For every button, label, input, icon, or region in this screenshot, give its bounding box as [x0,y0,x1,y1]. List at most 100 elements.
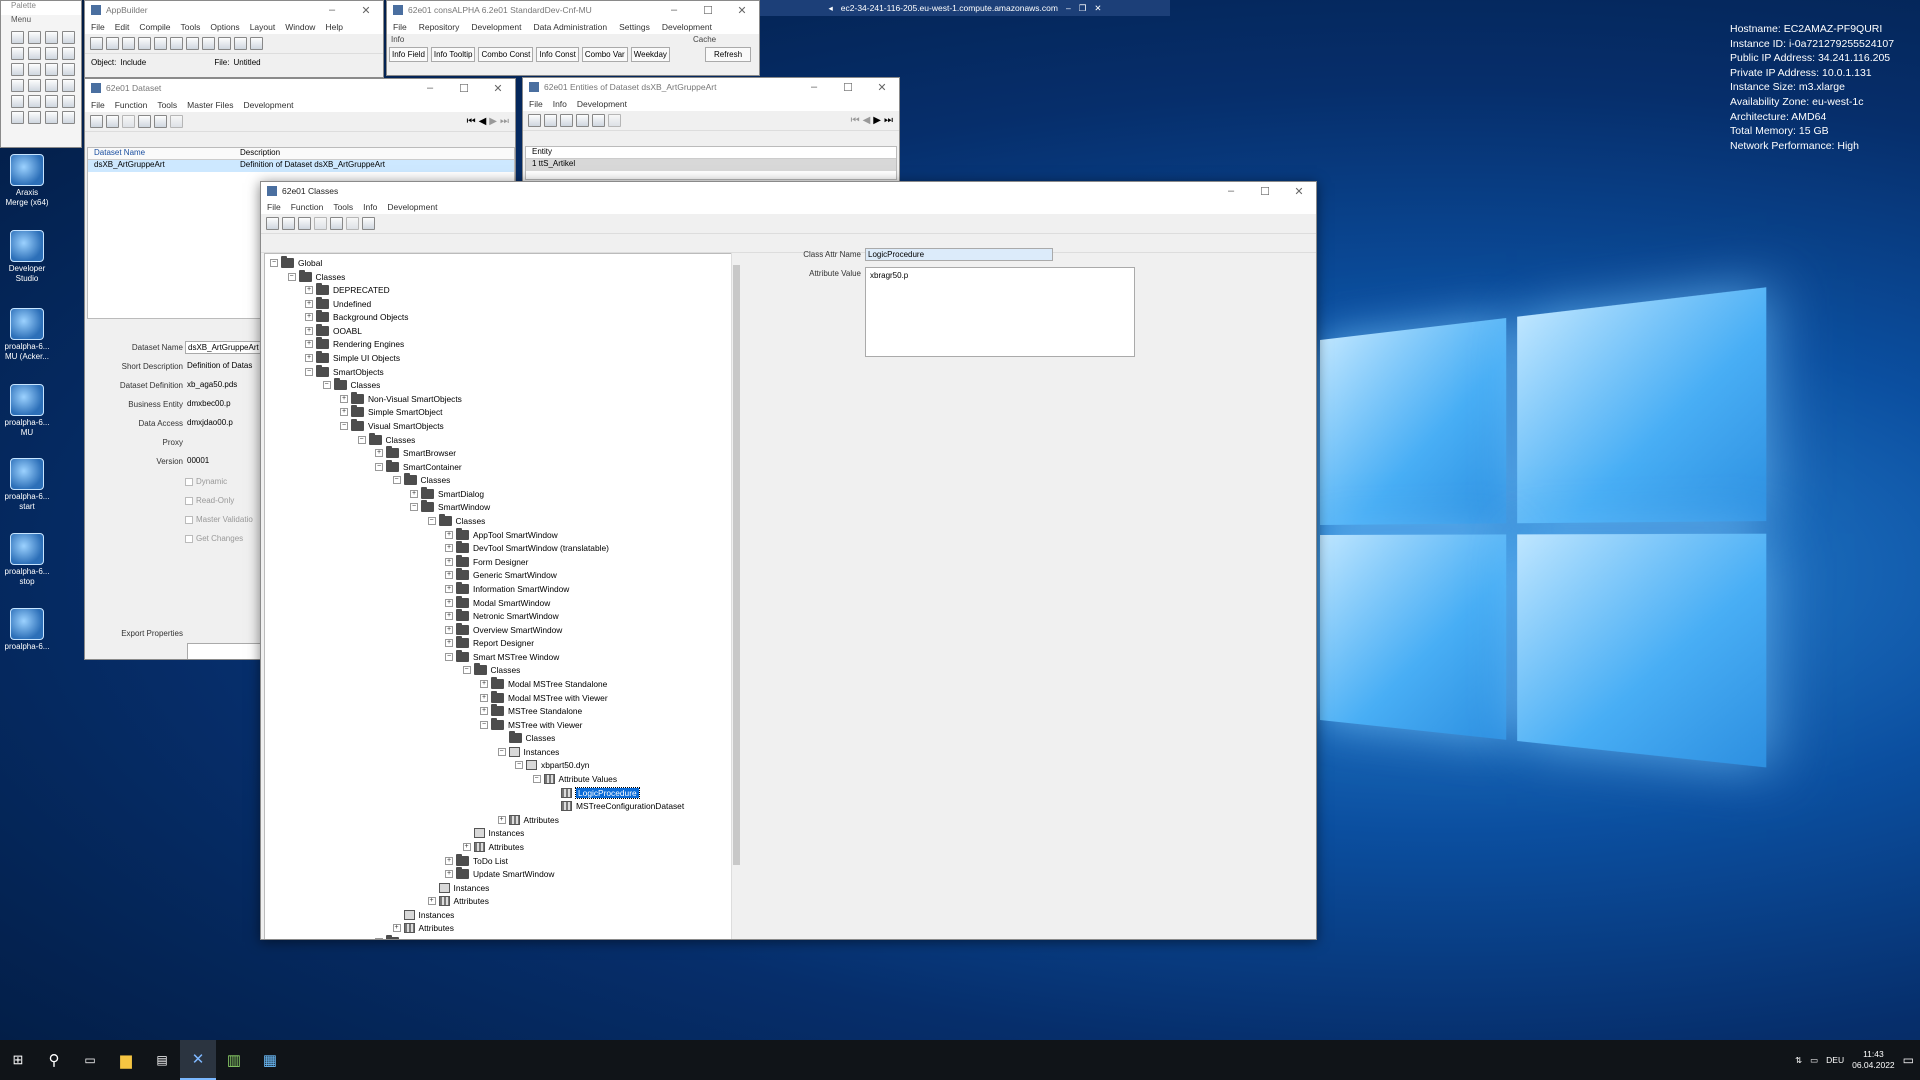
list-icon[interactable] [234,37,247,50]
collapse-icon[interactable]: − [410,503,418,512]
delete-icon[interactable] [154,115,167,128]
tool-icon[interactable] [62,95,75,108]
col-description[interactable]: Description [236,148,280,159]
collapse-icon[interactable]: − [270,259,278,267]
tree-node[interactable]: − SmartContainer [375,459,462,473]
menu-file[interactable]: File [267,202,281,212]
search-icon[interactable] [218,37,231,50]
terminal-button[interactable]: ▤ [144,1040,180,1080]
menu-options[interactable]: Options [210,22,239,32]
tree-node[interactable]: + ToDo List [445,853,508,867]
tree-node[interactable]: − Smart MSTree Window [445,649,559,663]
field-value[interactable]: dsXB_ArtGruppeArt [185,341,265,354]
tree-node[interactable]: − SmartObjects [305,364,384,378]
menu-function[interactable]: Function [115,100,148,110]
tree-node[interactable]: − Classes [462,663,520,676]
minimize-button[interactable]: – [657,4,691,16]
expand-icon[interactable]: + [480,693,488,702]
collapse-icon[interactable]: − [427,517,436,526]
tree-node[interactable]: − Classes [322,378,380,391]
close-button[interactable]: ✕ [1094,3,1101,14]
last-record-icon[interactable]: ⏭ [500,116,509,127]
menu-info[interactable]: Info [553,99,567,109]
expand-icon[interactable]: + [445,870,453,879]
tree-node[interactable]: + Modal SmartWindow [445,595,550,609]
desktop-icon-proalpha[interactable]: proalpha-6... [4,608,50,652]
expand-icon[interactable]: + [340,394,348,403]
checkbox-row[interactable]: Get Changes [185,534,243,543]
notepad-taskbar-button[interactable]: ▥ [216,1040,252,1080]
speaker-icon[interactable]: ▭ [1810,1055,1818,1066]
tool-icon[interactable] [11,79,24,92]
tree-node[interactable]: + Non-Visual SmartObjects [340,391,462,405]
maximize-button[interactable]: ☐ [447,82,481,95]
tree-node[interactable]: + Information SmartWindow [445,581,569,595]
console-titlebar[interactable]: 62e01 consALPHA 6.2e01 StandardDev-Cnf-M… [387,1,759,19]
minimize-button[interactable]: – [315,4,349,16]
tool-icon[interactable] [11,47,24,60]
collapse-icon[interactable]: − [480,720,488,729]
proalpha-taskbar-button[interactable]: ▦ [252,1040,288,1080]
tree-node[interactable]: + Overview SmartWindow [445,622,562,636]
save-icon[interactable] [314,217,327,230]
checkbox[interactable] [185,496,193,505]
class-attr-name-field[interactable]: LogicProcedure [865,248,1053,261]
tree-node[interactable]: Instances [428,882,489,894]
appbuilder-titlebar[interactable]: AppBuilder – ✕ [85,1,383,19]
expand-icon[interactable]: + [445,625,453,634]
menu-data-administration[interactable]: Data Administration [533,22,607,32]
tree-node[interactable]: − Classes [427,514,485,527]
checkbox-row[interactable]: Read-Only [185,496,234,505]
find-icon[interactable] [154,37,167,50]
combo-var-button[interactable]: Combo Var [581,47,628,62]
task-view-button[interactable]: ▭ [72,1040,108,1080]
expand-icon[interactable]: + [427,897,436,906]
expand-icon[interactable]: + [445,557,453,566]
new-icon[interactable] [90,37,103,50]
search-button[interactable]: ⚲ [36,1040,72,1080]
delete-icon[interactable] [330,217,343,230]
save-icon[interactable] [560,114,573,127]
attribute-value-editor[interactable]: xbragr50.p [865,267,1135,357]
expand-icon[interactable]: + [305,354,313,363]
menu-tools[interactable]: Tools [157,100,177,110]
cancel-icon[interactable] [170,115,183,128]
info-const-button[interactable]: Info Const [536,47,579,62]
new-icon[interactable] [282,217,295,230]
open-icon[interactable] [106,115,119,128]
expand-icon[interactable]: + [445,571,453,580]
dataset-titlebar[interactable]: 62e01 Dataset – ☐ ✕ [85,79,515,97]
expand-icon[interactable]: + [445,544,453,553]
tool-icon[interactable] [62,47,75,60]
new-icon[interactable] [528,114,541,127]
close-button[interactable]: ✕ [725,4,759,17]
collapse-icon[interactable]: − [322,381,331,390]
menu-development[interactable]: Development [243,100,293,110]
open-icon[interactable] [298,217,311,230]
tree-node[interactable]: − Classes [392,473,450,486]
tree-node[interactable]: − Global [270,256,322,269]
start-button[interactable]: ⊞ [0,1040,36,1080]
expand-icon[interactable]: + [480,679,488,688]
tree-node[interactable]: Instances [393,909,454,921]
info-tooltip-button[interactable]: Info Tooltip [430,47,476,62]
copy-icon[interactable] [138,115,151,128]
tree-node[interactable]: + Attributes [427,895,489,907]
tool-icon[interactable] [28,47,41,60]
menu-help[interactable]: Help [325,22,342,32]
save-icon[interactable] [122,37,135,50]
collapse-icon[interactable]: − [392,476,401,485]
expand-icon[interactable]: + [305,286,313,295]
pointer-tool-icon[interactable] [11,31,24,44]
menu-file[interactable]: File [91,22,105,32]
prev-record-icon[interactable]: ◀ [863,115,871,126]
menu-repository[interactable]: Repository [419,22,460,32]
tree-node[interactable]: + AppTool SmartWindow [445,527,558,541]
tool-icon[interactable] [45,47,58,60]
menu-edit[interactable]: Edit [115,22,130,32]
minimize-button[interactable]: – [1066,3,1071,13]
tool-icon[interactable] [45,31,58,44]
next-record-icon[interactable]: ▶ [489,116,497,127]
collapse-icon[interactable]: − [515,761,523,770]
delete-icon[interactable] [592,114,605,127]
